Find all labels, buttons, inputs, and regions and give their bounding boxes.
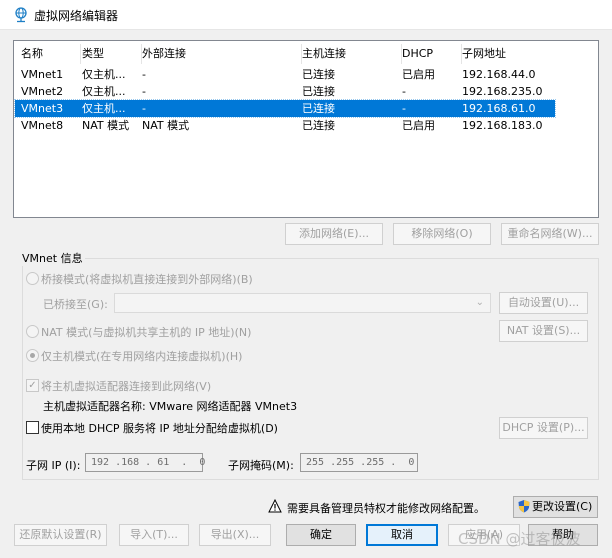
cell-type: NAT 模式 (82, 119, 130, 132)
nat-settings-button[interactable]: NAT 设置(S)... (499, 320, 588, 342)
cell-external: - (142, 102, 146, 115)
column-header[interactable]: 子网地址 (462, 44, 557, 64)
uac-shield-icon (518, 500, 530, 513)
bridge-mode-label: 桥接模式(将虚拟机直接连接到外部网络)(B) (41, 273, 253, 286)
column-header[interactable]: 主机连接 (302, 44, 402, 64)
cancel-button[interactable]: 取消 (366, 524, 438, 546)
cell-host-connection: 已连接 (302, 68, 335, 81)
cell-name: VMnet2 (21, 85, 64, 98)
cell-host-connection: 已连接 (302, 119, 335, 132)
table-row[interactable]: VMnet1 仅主机... - 已连接 已启用 192.168.44.0 (15, 66, 555, 83)
cell-subnet: 192.168.235.0 (462, 85, 543, 98)
chevron-down-icon: ⌄ (475, 297, 484, 308)
adapter-name-label: 主机虚拟适配器名称: VMware 网络适配器 VMnet3 (43, 400, 298, 413)
network-globe-icon (15, 7, 27, 23)
export-button[interactable]: 导出(X)... (199, 524, 271, 546)
use-dhcp-checkbox[interactable] (26, 421, 39, 434)
admin-notice: 需要具备管理员特权才能修改网络配置。 (287, 502, 485, 515)
cell-type: 仅主机... (82, 102, 126, 115)
table-row[interactable]: VMnet2 仅主机... - 已连接 - 192.168.235.0 (15, 83, 555, 100)
cell-external: - (142, 85, 146, 98)
cell-subnet: 192.168.44.0 (462, 68, 536, 81)
cell-subnet: 192.168.183.0 (462, 119, 543, 132)
dhcp-settings-button[interactable]: DHCP 设置(P)... (499, 417, 588, 439)
import-button[interactable]: 导入(T)... (119, 524, 189, 546)
cell-subnet: 192.168.61.0 (462, 102, 536, 115)
cell-type: 仅主机... (82, 85, 126, 98)
add-network-button[interactable]: 添加网络(E)... (285, 223, 383, 245)
subnet-mask-field[interactable]: 255 .255 .255 . 0 (300, 453, 418, 472)
host-only-mode-label: 仅主机模式(在专用网络内连接虚拟机)(H) (41, 350, 243, 363)
subnet-ip-label: 子网 IP (I): (26, 459, 81, 472)
bridge-mode-radio[interactable] (26, 272, 39, 285)
cell-host-connection: 已连接 (302, 85, 335, 98)
change-settings-label: 更改设置(C) (532, 500, 593, 513)
use-dhcp-label: 使用本地 DHCP 服务将 IP 地址分配给虚拟机(D) (41, 422, 278, 435)
auto-settings-button[interactable]: 自动设置(U)... (499, 292, 588, 314)
ok-button[interactable]: 确定 (286, 524, 356, 546)
cell-name: VMnet1 (21, 68, 64, 81)
nat-mode-label: NAT 模式(与虚拟机共享主机的 IP 地址)(N) (41, 326, 252, 339)
bridged-to-select[interactable]: ⌄ (114, 293, 491, 313)
cell-name: VMnet8 (21, 119, 64, 132)
bridged-to-label: 已桥接至(G): (43, 298, 108, 311)
cell-dhcp: - (402, 85, 406, 98)
window-title: 虚拟网络编辑器 (34, 9, 119, 23)
warning-icon (268, 499, 282, 513)
cell-host-connection: 已连接 (302, 102, 335, 115)
subnet-mask-label: 子网掩码(M): (228, 459, 294, 472)
list-header: 名称 类型 外部连接 主机连接 DHCP 子网地址 (15, 44, 555, 64)
connect-adapter-checkbox[interactable]: ✓ (26, 379, 39, 392)
cell-external: - (142, 68, 146, 81)
cell-dhcp: - (402, 102, 406, 115)
connect-adapter-label: 将主机虚拟适配器连接到此网络(V) (41, 380, 212, 393)
host-only-mode-radio[interactable] (26, 349, 39, 362)
table-row[interactable]: VMnet8 NAT 模式 NAT 模式 已连接 已启用 192.168.183… (15, 117, 555, 134)
column-header[interactable]: 名称 (21, 44, 81, 64)
subnet-ip-field[interactable]: 192 .168 . 61 . 0 (85, 453, 205, 472)
vmnet-info-label: VMnet 信息 (20, 250, 85, 266)
column-header[interactable]: DHCP (402, 44, 462, 64)
cell-name: VMnet3 (21, 102, 64, 115)
column-header[interactable]: 类型 (82, 44, 142, 64)
remove-network-button[interactable]: 移除网络(O) (393, 223, 491, 245)
column-header[interactable]: 外部连接 (142, 44, 302, 64)
cell-external: NAT 模式 (142, 119, 190, 132)
nat-mode-radio[interactable] (26, 325, 39, 338)
rename-network-button[interactable]: 重命名网络(W)... (501, 223, 599, 245)
network-list[interactable]: 名称 类型 外部连接 主机连接 DHCP 子网地址 VMnet1 仅主机... … (13, 40, 599, 218)
cell-type: 仅主机... (82, 68, 126, 81)
watermark: CSDN @过客彼波 (458, 530, 581, 548)
cell-dhcp: 已启用 (402, 68, 435, 81)
table-row-selected[interactable]: VMnet3 仅主机... - 已连接 - 192.168.61.0 (14, 99, 556, 118)
title-bar: 虚拟网络编辑器 (0, 0, 612, 30)
cell-dhcp: 已启用 (402, 119, 435, 132)
restore-defaults-button[interactable]: 还原默认设置(R) (14, 524, 107, 546)
